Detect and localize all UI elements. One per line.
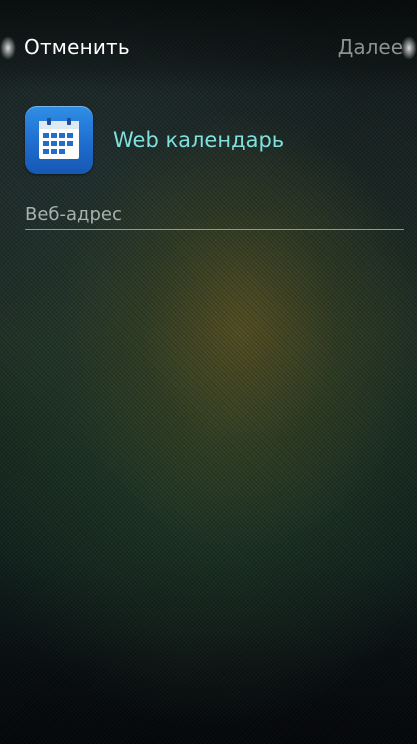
cancel-button[interactable]: Отменить (24, 35, 130, 59)
calendar-grid-icon (39, 118, 79, 159)
url-input[interactable] (25, 200, 404, 228)
url-field-underline (25, 229, 404, 230)
next-button[interactable]: Далее (338, 35, 403, 59)
web-calendar-setup-screen: Отменить Далее Web календарь (0, 0, 417, 744)
right-edge-glow (401, 36, 417, 60)
app-title: Web календарь (113, 128, 285, 152)
left-edge-glow (0, 36, 16, 60)
url-field (25, 200, 404, 232)
calendar-icon (25, 106, 93, 174)
